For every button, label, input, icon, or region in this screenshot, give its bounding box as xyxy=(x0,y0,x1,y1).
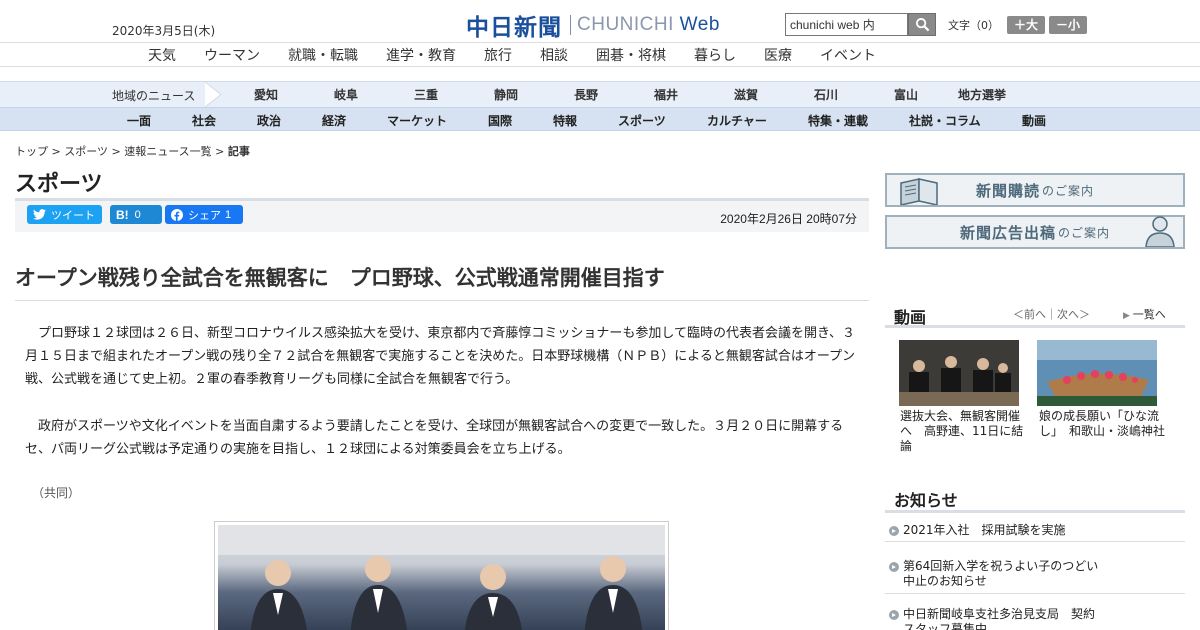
facebook-icon xyxy=(171,208,183,221)
video-caption[interactable]: 選抜大会、無観客開催へ 高野連、11日に結論 xyxy=(900,409,1028,454)
breadcrumb: トップ > スポーツ > 速報ニュース一覧 > 記事 xyxy=(15,145,250,158)
section-nav-item[interactable]: 動画 xyxy=(1022,112,1046,129)
breadcrumb-link-sports[interactable]: スポーツ xyxy=(64,145,108,158)
notice-section-title: お知らせ xyxy=(894,491,958,510)
section-nav-item-sports[interactable]: スポーツ xyxy=(618,112,666,129)
local-nav-item[interactable]: 愛知 xyxy=(254,86,278,103)
share-bar: ツイート B! 0 シェア 1 2020年2月26日 20時07分 xyxy=(15,198,869,232)
section-title: スポーツ xyxy=(15,172,103,197)
section-nav: 一面 社会 政治 経済 マーケット 国際 特報 スポーツ カルチャー 特集・連載… xyxy=(0,107,1200,131)
breadcrumb-link-news-list[interactable]: 速報ニュース一覧 xyxy=(124,145,211,158)
article-headline: オープン戦残り全試合を無観客に プロ野球、公式戦通常開催目指す xyxy=(15,266,665,290)
local-news-title: 地域のニュース xyxy=(112,89,196,103)
section-nav-item[interactable]: 経済 xyxy=(322,112,346,129)
twitter-bird-icon xyxy=(33,209,46,220)
section-nav-item[interactable]: カルチャー xyxy=(707,112,767,129)
search-input[interactable] xyxy=(785,13,908,36)
video-section-header: 動画 ＜前へ｜次へ＞ ▶ 一覧へ xyxy=(885,300,1185,328)
local-nav-item[interactable]: 岐阜 xyxy=(334,86,358,103)
article-paragraph: 政府がスポーツや文化イベントを当面自粛するよう要請したことを受け、全球団が無観客… xyxy=(25,419,844,457)
video-thumbnail-image xyxy=(1037,340,1157,406)
headline-divider xyxy=(15,300,869,301)
tweet-label: ツイート xyxy=(51,209,95,222)
subscription-banner[interactable]: 新聞購読 のご案内 xyxy=(885,173,1185,207)
local-nav-item[interactable]: 石川 xyxy=(814,86,838,103)
section-nav-item[interactable]: 政治 xyxy=(257,112,281,129)
chevron-right-icon xyxy=(204,82,222,107)
tweet-button[interactable]: ツイート xyxy=(27,205,102,224)
local-news-nav: 地域のニュース 愛知 岐阜 三重 静岡 長野 福井 滋賀 石川 富山 地方選挙 xyxy=(0,81,1200,107)
facebook-share-count: 1 xyxy=(225,208,232,221)
local-nav-item[interactable]: 福井 xyxy=(654,86,678,103)
genre-nav: 天気 ウーマン 就職・転職 進学・教育 旅行 相談 囲碁・将棋 暮らし 医療 イ… xyxy=(0,42,1200,67)
post-date: 2020年2月26日 20時07分 xyxy=(720,212,857,226)
video-list-link[interactable]: ▶ 一覧へ xyxy=(1123,306,1166,322)
genre-nav-item[interactable]: 旅行 xyxy=(484,45,512,65)
video-thumbnail[interactable] xyxy=(899,340,1019,406)
section-nav-item[interactable]: マーケット xyxy=(387,112,447,129)
genre-nav-item[interactable]: 医療 xyxy=(764,45,792,65)
site-logo[interactable]: 中日新聞 CHUNICHI Web xyxy=(466,8,720,42)
local-nav-item[interactable]: 滋賀 xyxy=(734,86,758,103)
local-nav-item[interactable]: 地方選挙 xyxy=(958,86,1006,103)
article-credit: （共同） xyxy=(32,486,81,500)
logo-kanji: 中日新聞 xyxy=(466,14,562,41)
logo-divider xyxy=(570,15,571,35)
book-icon xyxy=(900,178,938,205)
genre-nav-item[interactable]: 天気 xyxy=(148,45,176,65)
site-header: 2020年3月5日(木) 中日新聞 CHUNICHI Web 文字（0） ＋大 … xyxy=(0,0,1200,42)
font-size-label: 文字（0） xyxy=(948,19,999,32)
genre-nav-item[interactable]: ウーマン xyxy=(204,45,260,65)
hatena-bookmark-button[interactable]: B! 0 xyxy=(110,205,162,224)
video-thumbnail[interactable] xyxy=(1037,340,1157,406)
video-thumbnail-image xyxy=(899,340,1019,406)
genre-nav-item[interactable]: 暮らし xyxy=(694,45,736,65)
font-smaller-button[interactable]: －小 xyxy=(1049,16,1088,34)
facebook-share-button[interactable]: シェア 1 xyxy=(165,205,243,224)
facebook-share-label: シェア xyxy=(188,209,221,222)
advertising-label: 新聞広告出稿 xyxy=(959,223,1056,242)
logo-english: CHUNICHI Web xyxy=(577,14,720,35)
video-caption[interactable]: 娘の成長願い「ひな流し」 和歌山・淡嶋神社 xyxy=(1039,409,1167,439)
site-search xyxy=(785,13,936,36)
section-nav-item[interactable]: 社会 xyxy=(192,112,216,129)
search-button[interactable] xyxy=(908,13,936,36)
local-nav-item[interactable]: 三重 xyxy=(414,86,438,103)
video-section-title: 動画 xyxy=(894,308,927,327)
chevron-right-icon: ▶ xyxy=(1123,311,1133,321)
advertising-banner[interactable]: 新聞広告出稿 のご案内 xyxy=(885,215,1185,249)
genre-nav-item[interactable]: 就職・転職 xyxy=(288,45,358,65)
person-icon xyxy=(1145,216,1175,247)
local-nav-item[interactable]: 長野 xyxy=(574,86,598,103)
local-nav-item[interactable]: 静岡 xyxy=(494,86,518,103)
notice-item[interactable]: 第64回新入学を祝うよい子のつどい 中止のお知らせ xyxy=(885,559,1185,594)
notice-item[interactable]: 中日新聞岐阜支社多治見支局 契約スタッフ募集中 xyxy=(885,607,1185,630)
photo-figures xyxy=(218,525,665,630)
genre-nav-item[interactable]: 進学・教育 xyxy=(386,45,456,65)
article-paragraph: プロ野球１２球団は２６日、新型コロナウイルス感染拡大を受け、東京都内で斉藤惇コミ… xyxy=(25,326,856,387)
section-nav-item[interactable]: 一面 xyxy=(127,112,151,129)
breadcrumb-link-top[interactable]: トップ xyxy=(15,145,48,158)
section-nav-item[interactable]: 特報 xyxy=(553,112,577,129)
search-icon xyxy=(915,17,929,32)
press-conference-image xyxy=(218,525,665,630)
section-nav-item[interactable]: 特集・連載 xyxy=(808,112,868,129)
subscription-label: 新聞購読 xyxy=(975,181,1040,200)
notice-item[interactable]: 2021年入社 採用試験を実施 xyxy=(885,523,1185,542)
font-size-control: 文字（0） ＋大 －小 xyxy=(948,16,1088,34)
local-nav-item[interactable]: 富山 xyxy=(894,86,918,103)
genre-nav-item[interactable]: 相談 xyxy=(540,45,568,65)
breadcrumb-current: 記事 xyxy=(227,145,250,158)
genre-nav-item[interactable]: 囲碁・将棋 xyxy=(596,45,666,65)
hatena-icon: B! xyxy=(116,207,129,222)
video-prev-next[interactable]: ＜前へ｜次へ＞ xyxy=(1013,306,1090,322)
hatena-count: 0 xyxy=(134,208,141,221)
genre-nav-item[interactable]: イベント xyxy=(820,45,876,65)
font-larger-button[interactable]: ＋大 xyxy=(1007,16,1046,34)
article-photo[interactable] xyxy=(214,521,669,630)
current-date: 2020年3月5日(木) xyxy=(112,24,216,38)
section-nav-item[interactable]: 社説・コラム xyxy=(909,112,981,129)
notice-section-header: お知らせ xyxy=(885,483,1185,513)
section-nav-item[interactable]: 国際 xyxy=(488,112,512,129)
